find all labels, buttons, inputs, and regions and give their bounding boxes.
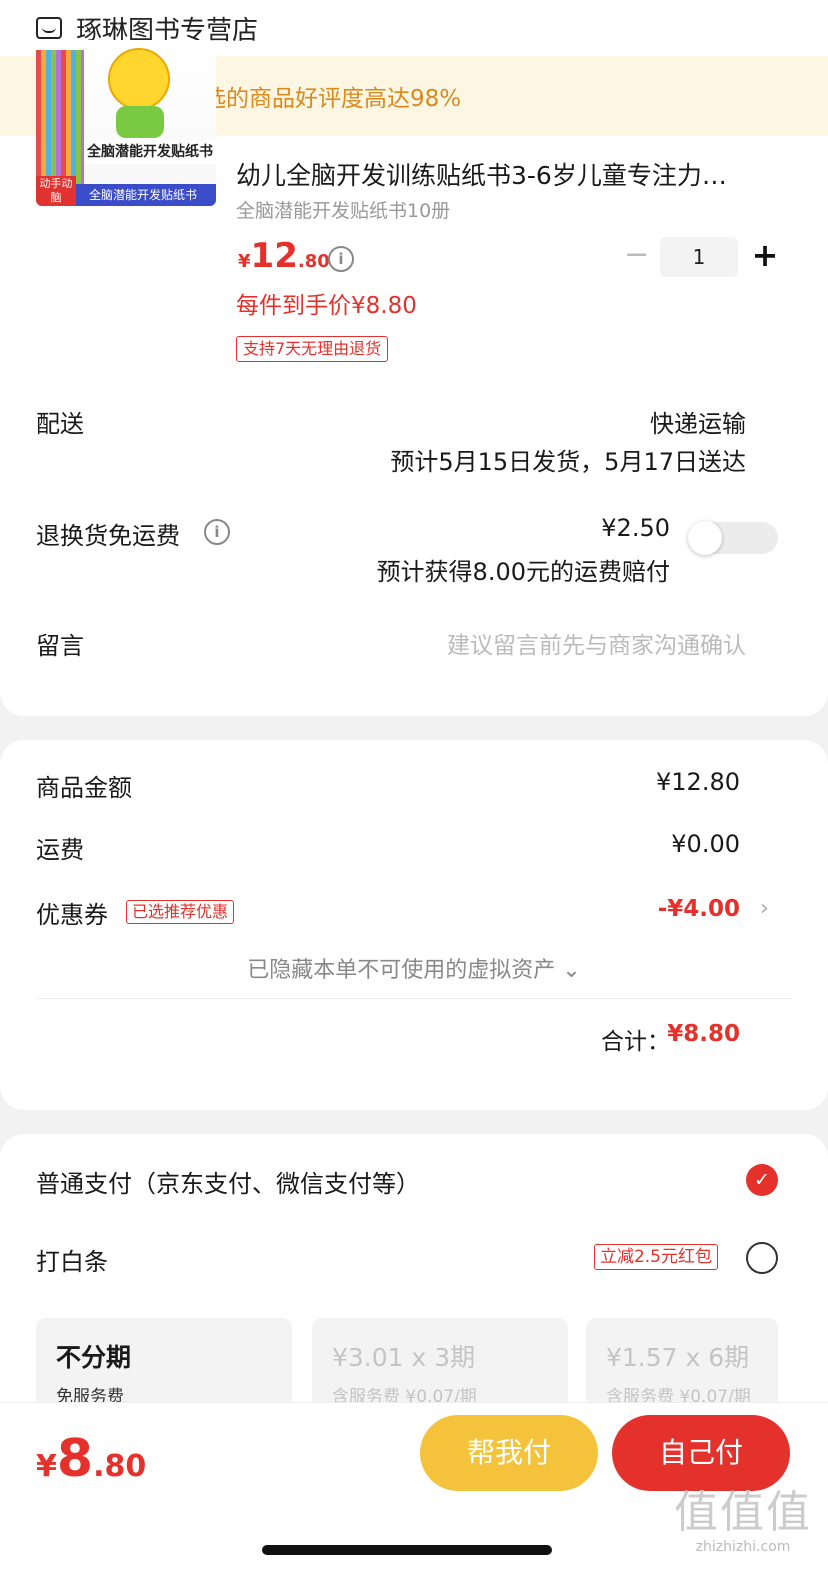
price-decimal: .80 — [297, 251, 330, 272]
cartoon-body — [116, 106, 164, 138]
plan-title: 不分期 — [56, 1343, 132, 1372]
price-integer: 12 — [250, 236, 298, 276]
help-pay-button[interactable]: 帮我付 — [420, 1415, 598, 1491]
baitiao-promo-tag: 立减2.5元红包 — [593, 1244, 718, 1270]
quantity-decrease-button[interactable]: − — [624, 240, 649, 272]
baitiao-label[interactable]: 打白条 — [36, 1242, 108, 1277]
shipping-fee-value: ¥0.00 — [671, 830, 740, 858]
normal-payment-label[interactable]: 普通支付（京东支付、微信支付等） — [36, 1164, 420, 1199]
goods-amount-value: ¥12.80 — [656, 768, 740, 796]
price-info-icon[interactable]: i — [328, 246, 354, 272]
watermark-url: zhizhizhi.com — [695, 1539, 791, 1555]
baitiao-radio[interactable] — [746, 1242, 778, 1274]
final-price: ¥8.80 — [36, 1429, 146, 1489]
book-spines — [36, 50, 84, 196]
plan-title: ¥1.57 x 6期 — [606, 1343, 750, 1372]
cover-bottom-bar: 全脑潜能开发贴纸书 — [70, 184, 216, 206]
return-shipping-label: 退换货免运费 — [36, 522, 180, 550]
unit-price: 每件到手价¥8.80 — [236, 293, 417, 319]
delivery-estimate: 预计5月15日发货，5月17日送达 — [390, 448, 746, 476]
return-shipping-compensation: 预计获得8.00元的运费赔付 — [376, 558, 670, 586]
product-title[interactable]: 幼儿全脑开发训练贴纸书3-6岁儿童专注力… — [236, 156, 766, 192]
toggle-knob — [688, 521, 722, 555]
shipping-fee-label: 运费 — [36, 836, 84, 864]
return-policy-badge: 支持7天无理由退货 — [236, 336, 389, 362]
hidden-assets-toggle[interactable]: 已隐藏本单不可使用的虚拟资产 ⌄ — [0, 952, 828, 984]
coupon-value[interactable]: -¥4.00 — [658, 896, 740, 922]
final-price-decimal: .80 — [93, 1449, 147, 1484]
total-value: ¥8.80 — [667, 1021, 740, 1047]
check-icon[interactable]: ✓ — [746, 1164, 778, 1196]
chevron-right-icon[interactable]: › — [760, 896, 769, 921]
product-price: ¥12.80 — [238, 236, 330, 276]
product-image[interactable]: 全脑潜能开发贴纸书 全脑潜能开发贴纸书 动手动脑 — [36, 40, 216, 206]
shop-icon — [36, 17, 62, 39]
message-label: 留言 — [36, 632, 84, 660]
product-spec[interactable]: 全脑潜能开发贴纸书10册 — [236, 196, 450, 223]
watermark: 值值值 zhizhizhi.com — [668, 1487, 818, 1555]
coupon-label[interactable]: 优惠券 — [36, 895, 108, 930]
home-indicator[interactable] — [262, 1545, 552, 1555]
self-pay-button[interactable]: 自己付 — [612, 1415, 790, 1491]
quantity-increase-button[interactable]: + — [750, 239, 780, 272]
return-shipping-toggle[interactable] — [688, 521, 778, 555]
delivery-label: 配送 — [36, 410, 84, 438]
total-label: 合计： — [601, 1029, 670, 1055]
watermark-logo: 值值值 — [674, 1487, 812, 1538]
coupon-tag: 已选推荐优惠 — [126, 900, 235, 924]
cover-corner-tag: 动手动脑 — [36, 176, 76, 206]
quantity-input[interactable]: 1 — [660, 237, 738, 277]
return-shipping-price: ¥2.50 — [601, 514, 670, 542]
price-currency: ¥ — [238, 251, 251, 272]
delivery-method[interactable]: 快递运输 — [650, 404, 746, 439]
plan-title: ¥3.01 x 3期 — [332, 1343, 476, 1372]
goods-amount-label: 商品金额 — [36, 774, 132, 802]
return-shipping-info-icon[interactable]: i — [204, 519, 230, 545]
final-price-currency: ¥ — [36, 1449, 57, 1484]
message-input[interactable]: 建议留言前先与商家沟通确认 — [447, 626, 746, 660]
cartoon-tiger — [108, 48, 170, 110]
cover-title: 全脑潜能开发贴纸书 — [84, 140, 216, 164]
checkout-bar: ¥8.80 帮我付 自己付 值值值 zhizhizhi.com — [0, 1402, 828, 1594]
divider — [36, 998, 792, 999]
final-price-integer: 8 — [56, 1429, 94, 1489]
